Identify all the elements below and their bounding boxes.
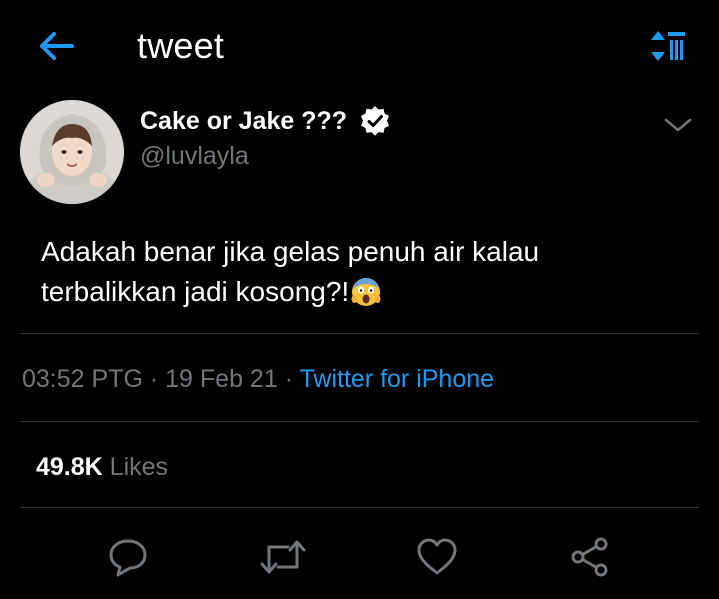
author-display-name[interactable]: Cake or Jake ??? <box>140 107 347 136</box>
share-button[interactable] <box>563 530 617 584</box>
like-icon <box>417 538 457 575</box>
reply-button[interactable] <box>101 530 155 584</box>
reply-icon <box>109 539 147 577</box>
tweet-meta: 03:52 PTG · 19 Feb 21 · Twitter for iPho… <box>22 362 494 396</box>
chevron-down-icon <box>664 118 692 132</box>
likes-count: 49.8K <box>36 453 103 481</box>
retweet-button[interactable] <box>256 530 310 584</box>
page-title: tweet <box>137 25 225 66</box>
tweet-text: Adakah benar jika gelas penuh air kalau … <box>41 232 681 312</box>
meta-separator: · <box>284 365 294 393</box>
back-arrow-icon <box>40 32 74 60</box>
likes-label: Likes <box>109 453 169 481</box>
scream-emoji-icon <box>350 275 382 307</box>
author-handle[interactable]: @luvlayla <box>140 142 249 171</box>
verified-badge-icon <box>359 105 391 137</box>
top-app-bar: tweet <box>0 0 719 92</box>
back-button[interactable] <box>32 24 80 68</box>
tweet-time: 03:52 PTG <box>22 365 143 393</box>
likes-stat[interactable]: 49.8K Likes <box>36 450 168 484</box>
meta-separator: · <box>149 365 159 393</box>
divider <box>20 421 699 422</box>
tweet-source-link[interactable]: Twitter for iPhone <box>300 365 495 393</box>
author-name-row[interactable]: Cake or Jake ??? <box>140 104 391 138</box>
sort-icon <box>651 31 685 61</box>
more-options-button[interactable] <box>656 108 700 142</box>
divider <box>20 507 699 508</box>
like-button[interactable] <box>410 530 464 584</box>
retweet-icon <box>260 540 306 574</box>
profile-photo-icon <box>20 100 124 204</box>
sort-button[interactable] <box>640 24 696 68</box>
avatar[interactable] <box>20 100 124 204</box>
share-icon <box>571 537 608 577</box>
tweet-date: 19 Feb 21 <box>165 365 278 393</box>
tweet-text-content: Adakah benar jika gelas penuh air kalau … <box>41 236 540 307</box>
divider <box>20 333 699 334</box>
